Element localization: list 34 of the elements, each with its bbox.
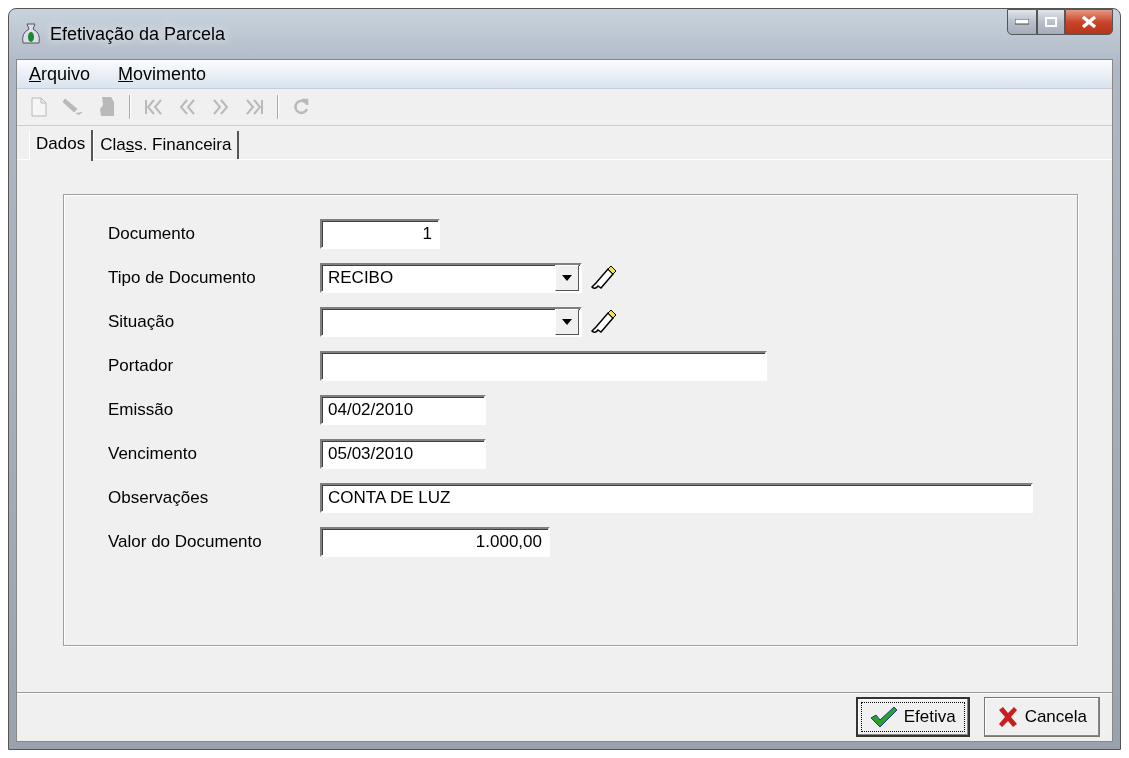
field-label: Emissão	[108, 400, 175, 420]
maximize-icon	[1045, 17, 1057, 27]
highlighter-pen-icon[interactable]	[590, 265, 618, 291]
tab[interactable]: Dados	[29, 130, 94, 161]
input-field[interactable]: CONTA DE LUZ	[320, 483, 1033, 513]
close-icon	[1081, 15, 1097, 29]
menu-item[interactable]: Movimento	[118, 63, 207, 85]
highlighter-pen-icon[interactable]	[590, 309, 618, 335]
window-title: Efetivação da Parcela	[50, 23, 226, 45]
money-bag-icon	[20, 22, 42, 46]
minimize-button[interactable]	[1007, 9, 1037, 35]
check-mark-icon	[869, 706, 898, 728]
tab[interactable]: Class. Financeira	[93, 131, 240, 159]
input-field[interactable]	[320, 351, 767, 381]
field-label: Vencimento	[108, 444, 198, 464]
cancel-button[interactable]: Cancela	[983, 697, 1100, 737]
field-label: Tipo de Documento	[108, 268, 257, 288]
field-label: Valor do Documento	[108, 532, 263, 552]
confirm-button[interactable]: Efetiva	[855, 697, 970, 737]
field-label: Situação	[108, 312, 176, 332]
input-field[interactable]: 1	[320, 219, 440, 249]
field-label: Portador	[108, 356, 175, 376]
menu-item[interactable]: Arquivo	[29, 63, 91, 85]
input-field[interactable]: 1.000,00	[320, 527, 550, 557]
input-field[interactable]: 05/03/2010	[320, 439, 486, 469]
minimize-icon	[1015, 19, 1029, 25]
field-label: Observações	[108, 488, 210, 508]
maximize-button[interactable]	[1037, 9, 1065, 35]
input-field[interactable]: 04/02/2010	[320, 395, 486, 425]
cross-icon	[996, 706, 1019, 728]
dropdown-field[interactable]	[320, 307, 582, 337]
field-label: Documento	[108, 224, 196, 244]
dropdown-field[interactable]: RECIBO	[320, 263, 582, 293]
close-button[interactable]	[1065, 9, 1113, 35]
